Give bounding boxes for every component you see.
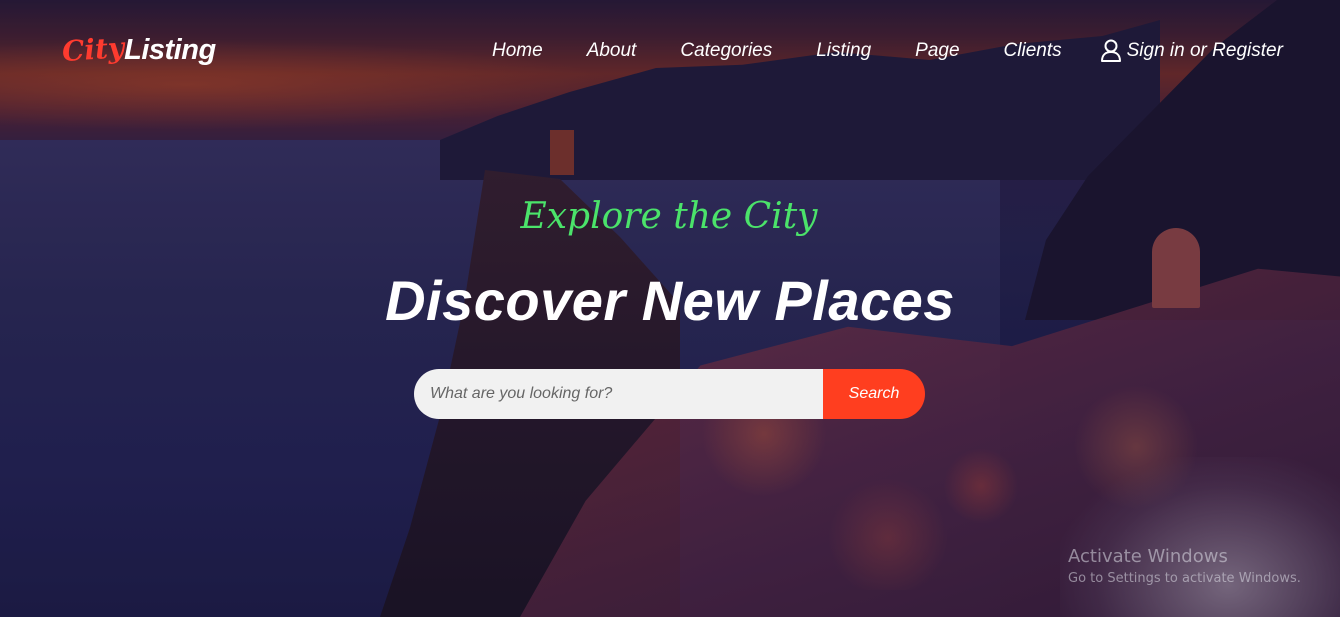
site-logo[interactable]: City Listing xyxy=(60,30,216,69)
signin-link[interactable]: Sign in or Register xyxy=(1100,39,1283,63)
site-header: City Listing Home About Categories Listi… xyxy=(0,0,1340,104)
windows-activation-watermark: Activate Windows Go to Settings to activ… xyxy=(1068,546,1301,586)
main-nav: Home About Categories Listing Page Clien… xyxy=(492,39,1283,63)
watermark-subtitle: Go to Settings to activate Windows. xyxy=(1068,571,1301,586)
hero-headline: Discover New Places xyxy=(385,269,955,332)
nav-clients[interactable]: Clients xyxy=(1004,40,1062,62)
nav-about[interactable]: About xyxy=(587,40,637,62)
nav-page[interactable]: Page xyxy=(915,40,959,62)
search-button[interactable]: Search xyxy=(823,369,925,419)
user-icon xyxy=(1100,39,1122,63)
search-input[interactable] xyxy=(414,369,823,419)
logo-city-text: City xyxy=(60,30,126,69)
nav-home[interactable]: Home xyxy=(492,40,543,62)
nav-categories[interactable]: Categories xyxy=(680,40,772,62)
logo-listing-text: Listing xyxy=(124,34,216,66)
nav-listing[interactable]: Listing xyxy=(816,40,871,62)
hero-tagline: Explore the City xyxy=(0,196,1340,237)
watermark-title: Activate Windows xyxy=(1068,546,1228,567)
search-form: Search xyxy=(414,369,925,419)
signin-label: Sign in or Register xyxy=(1126,40,1283,61)
tagline-text: Explore the City xyxy=(520,196,818,237)
